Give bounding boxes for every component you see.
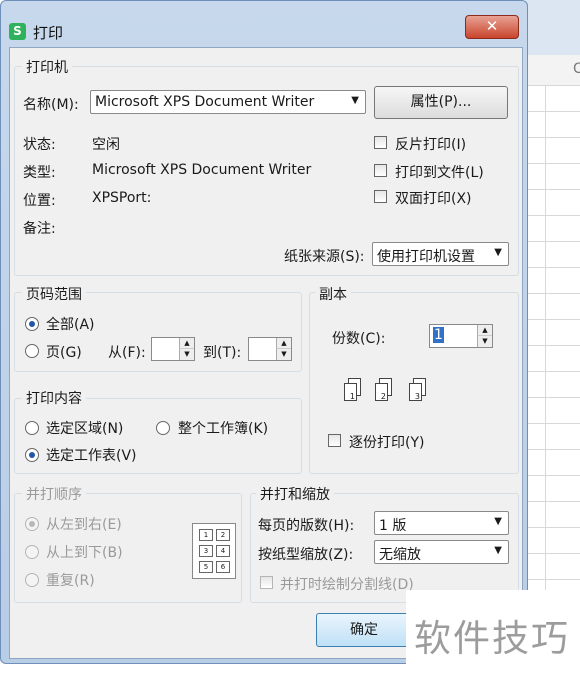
printer-name-select[interactable]: Microsoft XPS Document Writer ▼ xyxy=(90,90,366,114)
left-to-right-label[interactable]: 从左到右(E) xyxy=(46,514,122,534)
spin-down-icon[interactable]: ▼ xyxy=(276,348,291,360)
page-range-pages-label[interactable]: 页(G) xyxy=(46,342,82,362)
printer-name-value: Microsoft XPS Document Writer xyxy=(95,94,315,110)
repeat-radio[interactable] xyxy=(25,573,39,587)
column-letter: C xyxy=(573,61,580,77)
to-page-input[interactable]: ▲ ▼ xyxy=(248,337,292,361)
selection-radio[interactable] xyxy=(25,421,39,435)
order-cell: 5 xyxy=(199,561,213,573)
paper-source-select[interactable]: 使用打印机设置 ▼ xyxy=(372,242,509,266)
from-page-input[interactable]: ▲ ▼ xyxy=(151,337,195,361)
chevron-down-icon: ▼ xyxy=(494,545,502,556)
watermark: 软件技巧 xyxy=(406,590,580,676)
copies-count-label: 份数(C): xyxy=(332,331,386,347)
order-cell: 1 xyxy=(199,529,213,541)
paper-source-label: 纸张来源(S): xyxy=(284,249,365,265)
active-sheet-radio[interactable] xyxy=(25,448,39,462)
selection-label[interactable]: 选定区域(N) xyxy=(46,418,123,438)
reverse-print-label[interactable]: 反片打印(I) xyxy=(395,134,466,154)
scale-label: 按纸型缩放(Z): xyxy=(258,547,354,563)
collate-checkbox[interactable] xyxy=(328,434,341,447)
page-order-preview: 1 2 3 4 5 6 xyxy=(192,523,236,579)
top-to-bottom-label[interactable]: 从上到下(B) xyxy=(46,542,123,562)
close-button[interactable]: ✕ xyxy=(465,15,519,39)
printer-name-label: 名称(M): xyxy=(23,97,79,113)
left-to-right-radio[interactable] xyxy=(25,517,39,531)
print-what-legend: 打印内容 xyxy=(22,388,86,408)
active-sheet-label[interactable]: 选定工作表(V) xyxy=(46,445,137,465)
duplex-print-label[interactable]: 双面打印(X) xyxy=(395,188,472,208)
paper-source-value: 使用打印机设置 xyxy=(377,249,475,265)
sheet-grid[interactable] xyxy=(525,85,580,676)
collate-label[interactable]: 逐份打印(Y) xyxy=(349,432,424,452)
chevron-down-icon: ▼ xyxy=(494,516,502,527)
comment-label: 备注: xyxy=(23,221,56,237)
spin-down-icon[interactable]: ▼ xyxy=(179,348,194,360)
copies-count-input[interactable]: 1 ▲ ▼ xyxy=(429,324,493,348)
entire-workbook-radio[interactable] xyxy=(156,421,170,435)
grid-column-line xyxy=(545,85,546,676)
scale-select[interactable]: 无缩放 ▼ xyxy=(374,540,509,564)
status-label: 状态: xyxy=(23,137,56,153)
ok-button[interactable]: 确定 xyxy=(316,613,412,647)
collate-order-legend: 并打顺序 xyxy=(22,484,86,504)
type-label: 类型: xyxy=(23,165,56,181)
watermark-text: 软件技巧 xyxy=(414,617,570,660)
print-to-file-label[interactable]: 打印到文件(L) xyxy=(395,162,484,182)
order-cell: 4 xyxy=(216,545,230,557)
order-cell: 3 xyxy=(199,545,213,557)
location-label: 位置: xyxy=(23,193,56,209)
title-bar[interactable]: S 打印 ✕ xyxy=(1,1,527,43)
order-cell: 2 xyxy=(216,529,230,541)
pages-per-sheet-label: 每页的版数(H): xyxy=(258,518,355,534)
collate-preview: 1 xyxy=(344,378,362,402)
pages-per-sheet-select[interactable]: 1 版 ▼ xyxy=(374,511,509,535)
dialog-body: 打印机 名称(M): Microsoft XPS Document Writer… xyxy=(9,47,523,659)
column-header[interactable]: C xyxy=(525,55,580,86)
type-value: Microsoft XPS Document Writer xyxy=(92,162,312,178)
draw-borders-label[interactable]: 并打时绘制分割线(D) xyxy=(280,574,414,594)
entire-workbook-label[interactable]: 整个工作簿(K) xyxy=(178,418,268,438)
status-value: 空闲 xyxy=(92,137,120,153)
page-range-all-radio[interactable] xyxy=(25,317,39,331)
page-range-legend: 页码范围 xyxy=(22,284,86,304)
ribbon-strip xyxy=(525,0,580,56)
draw-borders-checkbox[interactable] xyxy=(260,576,273,589)
collate-preview: 3 xyxy=(409,378,427,402)
repeat-label[interactable]: 重复(R) xyxy=(46,570,95,590)
print-dialog: S 打印 ✕ 打印机 名称(M): Microsoft XPS Document… xyxy=(0,0,528,664)
app-logo-icon: S xyxy=(9,23,26,40)
to-label: 到(T): xyxy=(203,345,242,361)
reverse-print-checkbox[interactable] xyxy=(374,136,387,149)
collate-page-front: 1 xyxy=(344,383,357,401)
order-cell: 6 xyxy=(216,561,230,573)
spin-down-icon[interactable]: ▼ xyxy=(477,335,492,347)
copies-legend: 副本 xyxy=(315,284,351,304)
chevron-down-icon: ▼ xyxy=(494,247,502,258)
collate-page-front: 2 xyxy=(375,383,388,401)
zoom-legend: 并打和缩放 xyxy=(256,484,334,504)
printer-legend: 打印机 xyxy=(22,57,72,77)
copies-count-value: 1 xyxy=(433,327,444,343)
top-to-bottom-radio[interactable] xyxy=(25,545,39,559)
pages-per-sheet-value: 1 版 xyxy=(379,518,407,534)
dialog-title: 打印 xyxy=(33,24,64,42)
from-label: 从(F): xyxy=(108,345,146,361)
page-range-all-label[interactable]: 全部(A) xyxy=(46,314,95,334)
print-to-file-checkbox[interactable] xyxy=(374,164,387,177)
collate-preview: 2 xyxy=(375,378,393,402)
duplex-print-checkbox[interactable] xyxy=(374,190,387,203)
properties-button[interactable]: 属性(P)... xyxy=(374,86,508,119)
page-range-pages-radio[interactable] xyxy=(25,344,39,358)
collate-page-front: 3 xyxy=(409,383,422,401)
chevron-down-icon: ▼ xyxy=(351,95,359,106)
scale-value: 无缩放 xyxy=(379,547,421,563)
location-value: XPSPort: xyxy=(92,190,152,206)
